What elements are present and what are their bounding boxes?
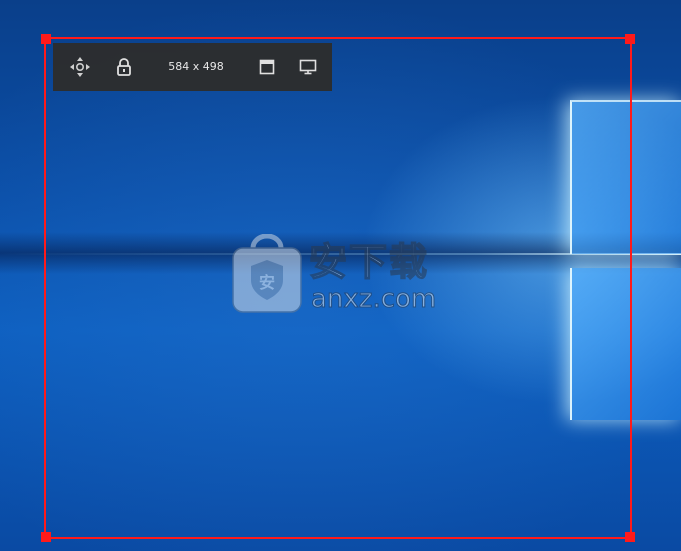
fullscreen-capture-button[interactable] — [295, 43, 321, 91]
monitor-icon — [299, 59, 317, 75]
selection-size-readout: 584 x 498 — [168, 60, 224, 73]
unlock-icon — [117, 58, 131, 76]
window-icon — [259, 59, 275, 75]
move-icon — [70, 57, 90, 77]
desktop-wallpaper: 安 安下载 anxz.com 584 x 498 — [0, 0, 681, 551]
resize-handle-bottom-right[interactable] — [625, 532, 635, 542]
lock-button[interactable] — [111, 43, 137, 91]
capture-toolbar: 584 x 498 — [53, 43, 332, 91]
capture-region-frame[interactable] — [41, 34, 635, 542]
move-button[interactable] — [65, 43, 95, 91]
window-capture-button[interactable] — [254, 43, 280, 91]
resize-handle-bottom-left[interactable] — [41, 532, 51, 542]
resize-handle-top-right[interactable] — [625, 34, 635, 44]
resize-handle-top-left[interactable] — [41, 34, 51, 44]
